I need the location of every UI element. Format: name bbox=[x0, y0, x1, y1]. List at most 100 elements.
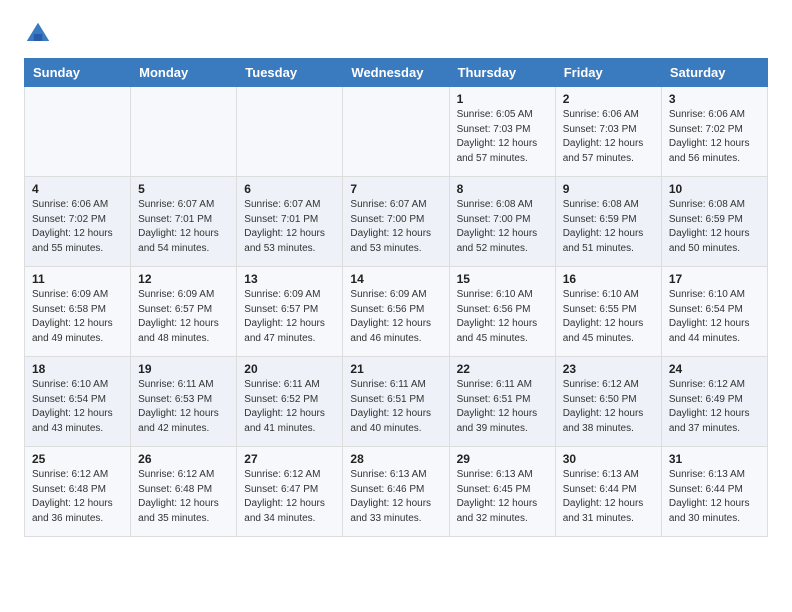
day-number: 25 bbox=[32, 452, 123, 466]
day-number: 12 bbox=[138, 272, 229, 286]
day-info: Sunrise: 6:07 AMSunset: 7:01 PMDaylight:… bbox=[138, 198, 229, 256]
day-info: Sunrise: 6:09 AMSunset: 6:57 PMDaylight:… bbox=[244, 288, 335, 346]
day-number: 29 bbox=[457, 452, 548, 466]
day-number: 2 bbox=[563, 92, 654, 106]
day-number: 20 bbox=[244, 362, 335, 376]
day-number: 5 bbox=[138, 182, 229, 196]
calendar-cell: 22 Sunrise: 6:11 AMSunset: 6:51 PMDayligh… bbox=[449, 357, 555, 447]
header bbox=[24, 20, 768, 48]
day-number: 9 bbox=[563, 182, 654, 196]
day-info: Sunrise: 6:11 AMSunset: 6:53 PMDaylight:… bbox=[138, 378, 229, 436]
day-number: 30 bbox=[563, 452, 654, 466]
day-number: 14 bbox=[350, 272, 441, 286]
day-info: Sunrise: 6:08 AMSunset: 6:59 PMDaylight:… bbox=[669, 198, 760, 256]
day-number: 6 bbox=[244, 182, 335, 196]
calendar-cell: 13 Sunrise: 6:09 AMSunset: 6:57 PMDayligh… bbox=[237, 267, 343, 357]
day-number: 13 bbox=[244, 272, 335, 286]
day-number: 28 bbox=[350, 452, 441, 466]
weekday-header-monday: Monday bbox=[131, 59, 237, 87]
weekday-header-saturday: Saturday bbox=[661, 59, 767, 87]
day-info: Sunrise: 6:10 AMSunset: 6:56 PMDaylight:… bbox=[457, 288, 548, 346]
day-number: 22 bbox=[457, 362, 548, 376]
day-info: Sunrise: 6:10 AMSunset: 6:54 PMDaylight:… bbox=[32, 378, 123, 436]
day-number: 4 bbox=[32, 182, 123, 196]
day-number: 27 bbox=[244, 452, 335, 466]
day-info: Sunrise: 6:12 AMSunset: 6:50 PMDaylight:… bbox=[563, 378, 654, 436]
weekday-header-tuesday: Tuesday bbox=[237, 59, 343, 87]
calendar-cell: 18 Sunrise: 6:10 AMSunset: 6:54 PMDayligh… bbox=[25, 357, 131, 447]
day-info: Sunrise: 6:12 AMSunset: 6:49 PMDaylight:… bbox=[669, 378, 760, 436]
weekday-header-thursday: Thursday bbox=[449, 59, 555, 87]
day-info: Sunrise: 6:05 AMSunset: 7:03 PMDaylight:… bbox=[457, 108, 548, 166]
day-info: Sunrise: 6:13 AMSunset: 6:46 PMDaylight:… bbox=[350, 468, 441, 526]
calendar-cell: 16Sunrise: 6:10 AMSunset: 6:55 PMDayligh… bbox=[555, 267, 661, 357]
calendar-cell: 28 Sunrise: 6:13 AMSunset: 6:46 PMDayligh… bbox=[343, 447, 449, 537]
day-number: 16 bbox=[563, 272, 654, 286]
day-number: 26 bbox=[138, 452, 229, 466]
day-info: Sunrise: 6:13 AMSunset: 6:44 PMDaylight:… bbox=[563, 468, 654, 526]
day-number: 19 bbox=[138, 362, 229, 376]
calendar-cell: 19 Sunrise: 6:11 AMSunset: 6:53 PMDayligh… bbox=[131, 357, 237, 447]
day-info: Sunrise: 6:09 AMSunset: 6:56 PMDaylight:… bbox=[350, 288, 441, 346]
day-info: Sunrise: 6:11 AMSunset: 6:51 PMDaylight:… bbox=[457, 378, 548, 436]
calendar-cell: 15 Sunrise: 6:10 AMSunset: 6:56 PMDayligh… bbox=[449, 267, 555, 357]
day-info: Sunrise: 6:06 AMSunset: 7:03 PMDaylight:… bbox=[563, 108, 654, 166]
day-info: Sunrise: 6:10 AMSunset: 6:54 PMDaylight:… bbox=[669, 288, 760, 346]
day-info: Sunrise: 6:07 AMSunset: 7:00 PMDaylight:… bbox=[350, 198, 441, 256]
day-info: Sunrise: 6:09 AMSunset: 6:58 PMDaylight:… bbox=[32, 288, 123, 346]
calendar-cell: 10 Sunrise: 6:08 AMSunset: 6:59 PMDayligh… bbox=[661, 177, 767, 267]
day-number: 11 bbox=[32, 272, 123, 286]
calendar-cell: 5 Sunrise: 6:07 AMSunset: 7:01 PMDaylight… bbox=[131, 177, 237, 267]
day-info: Sunrise: 6:08 AMSunset: 7:00 PMDaylight:… bbox=[457, 198, 548, 256]
calendar-cell: 12 Sunrise: 6:09 AMSunset: 6:57 PMDayligh… bbox=[131, 267, 237, 357]
logo-icon bbox=[24, 20, 52, 48]
calendar-cell: 30 Sunrise: 6:13 AMSunset: 6:44 PMDayligh… bbox=[555, 447, 661, 537]
day-number: 18 bbox=[32, 362, 123, 376]
day-info: Sunrise: 6:12 AMSunset: 6:48 PMDaylight:… bbox=[138, 468, 229, 526]
day-number: 8 bbox=[457, 182, 548, 196]
logo bbox=[24, 20, 56, 48]
weekday-header-wednesday: Wednesday bbox=[343, 59, 449, 87]
day-info: Sunrise: 6:07 AMSunset: 7:01 PMDaylight:… bbox=[244, 198, 335, 256]
day-info: Sunrise: 6:13 AMSunset: 6:45 PMDaylight:… bbox=[457, 468, 548, 526]
day-info: Sunrise: 6:09 AMSunset: 6:57 PMDaylight:… bbox=[138, 288, 229, 346]
day-number: 21 bbox=[350, 362, 441, 376]
calendar-cell: 2 Sunrise: 6:06 AMSunset: 7:03 PMDaylight… bbox=[555, 87, 661, 177]
calendar-cell bbox=[237, 87, 343, 177]
day-number: 24 bbox=[669, 362, 760, 376]
calendar-cell: 17 Sunrise: 6:10 AMSunset: 6:54 PMDayligh… bbox=[661, 267, 767, 357]
day-info: Sunrise: 6:08 AMSunset: 6:59 PMDaylight:… bbox=[563, 198, 654, 256]
calendar-cell bbox=[343, 87, 449, 177]
calendar-cell: 9 Sunrise: 6:08 AMSunset: 6:59 PMDaylight… bbox=[555, 177, 661, 267]
day-info: Sunrise: 6:06 AMSunset: 7:02 PMDaylight:… bbox=[32, 198, 123, 256]
calendar-cell: 11 Sunrise: 6:09 AMSunset: 6:58 PMDayligh… bbox=[25, 267, 131, 357]
calendar-week-row: 25 Sunrise: 6:12 AMSunset: 6:48 PMDayligh… bbox=[25, 447, 768, 537]
calendar-cell bbox=[25, 87, 131, 177]
calendar-cell: 3Sunrise: 6:06 AMSunset: 7:02 PMDaylight… bbox=[661, 87, 767, 177]
page: SundayMondayTuesdayWednesdayThursdayFrid… bbox=[0, 0, 792, 553]
day-info: Sunrise: 6:13 AMSunset: 6:44 PMDaylight:… bbox=[669, 468, 760, 526]
calendar-cell: 29 Sunrise: 6:13 AMSunset: 6:45 PMDayligh… bbox=[449, 447, 555, 537]
weekday-header-sunday: Sunday bbox=[25, 59, 131, 87]
day-number: 1 bbox=[457, 92, 548, 106]
day-info: Sunrise: 6:12 AMSunset: 6:47 PMDaylight:… bbox=[244, 468, 335, 526]
day-number: 31 bbox=[669, 452, 760, 466]
calendar-table: SundayMondayTuesdayWednesdayThursdayFrid… bbox=[24, 58, 768, 537]
weekday-header-friday: Friday bbox=[555, 59, 661, 87]
day-info: Sunrise: 6:12 AMSunset: 6:48 PMDaylight:… bbox=[32, 468, 123, 526]
calendar-cell: 24 Sunrise: 6:12 AMSunset: 6:49 PMDayligh… bbox=[661, 357, 767, 447]
day-number: 3 bbox=[669, 92, 760, 106]
weekday-header-row: SundayMondayTuesdayWednesdayThursdayFrid… bbox=[25, 59, 768, 87]
day-number: 15 bbox=[457, 272, 548, 286]
calendar-cell: 23Sunrise: 6:12 AMSunset: 6:50 PMDayligh… bbox=[555, 357, 661, 447]
calendar-week-row: 18 Sunrise: 6:10 AMSunset: 6:54 PMDayligh… bbox=[25, 357, 768, 447]
calendar-cell: 14 Sunrise: 6:09 AMSunset: 6:56 PMDayligh… bbox=[343, 267, 449, 357]
calendar-week-row: 4 Sunrise: 6:06 AMSunset: 7:02 PMDaylight… bbox=[25, 177, 768, 267]
day-number: 17 bbox=[669, 272, 760, 286]
day-number: 10 bbox=[669, 182, 760, 196]
calendar-cell: 6 Sunrise: 6:07 AMSunset: 7:01 PMDaylight… bbox=[237, 177, 343, 267]
calendar-cell: 31 Sunrise: 6:13 AMSunset: 6:44 PMDayligh… bbox=[661, 447, 767, 537]
calendar-cell: 4 Sunrise: 6:06 AMSunset: 7:02 PMDaylight… bbox=[25, 177, 131, 267]
calendar-cell: 21Sunrise: 6:11 AMSunset: 6:51 PMDayligh… bbox=[343, 357, 449, 447]
calendar-cell: 7Sunrise: 6:07 AMSunset: 7:00 PMDaylight… bbox=[343, 177, 449, 267]
